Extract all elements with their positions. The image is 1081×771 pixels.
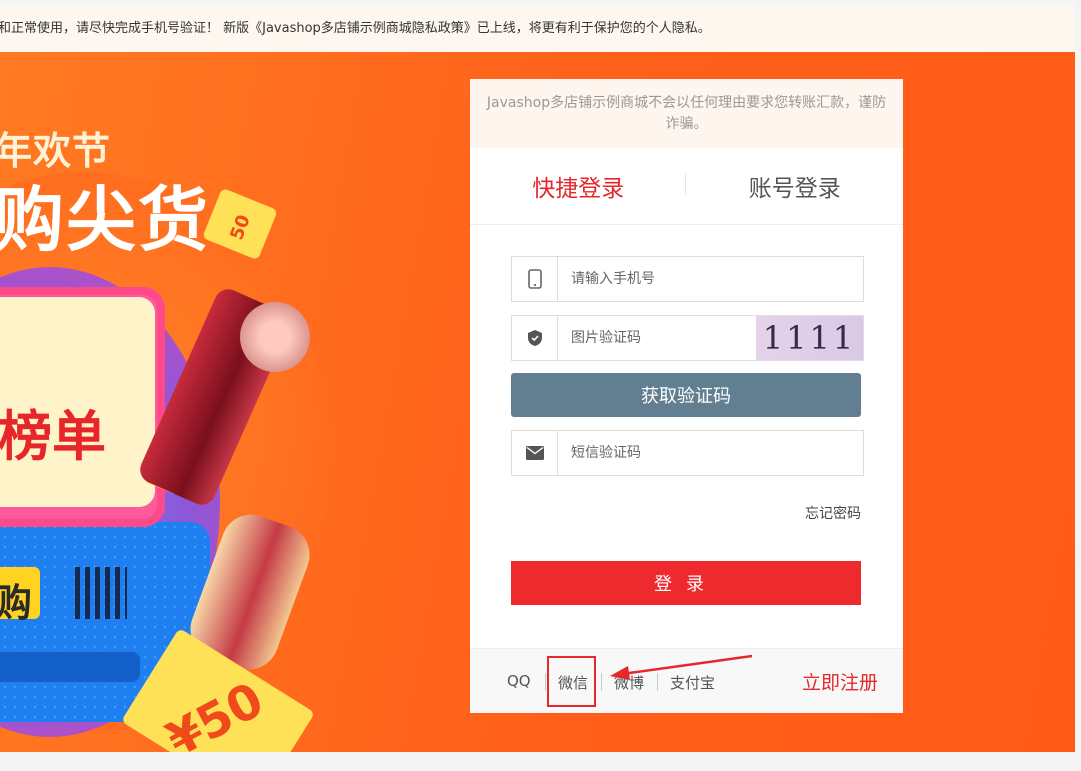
notice-text: 和正常使用，请尽快完成手机号验证！ 新版《Javashop多店铺示例商城隐私政策… [0, 21, 711, 36]
shield-icon [512, 316, 558, 360]
login-panel: Javashop多店铺示例商城不会以任何理由要求您转账汇款，谨防诈骗。 快捷登录… [470, 79, 903, 713]
tab-quick-login[interactable]: 快捷登录 [470, 169, 687, 203]
forgot-password-link[interactable]: 忘记密码 [805, 503, 861, 523]
tab-account-login[interactable]: 账号登录 [687, 169, 904, 203]
page-right-strip [1075, 0, 1081, 771]
product-cap-image [240, 302, 310, 372]
tab-divider [685, 174, 686, 194]
register-link[interactable]: 立即注册 [802, 668, 878, 695]
phone-input[interactable] [559, 257, 745, 301]
banner-bars [75, 567, 127, 619]
social-login-qq[interactable]: QQ [507, 672, 531, 690]
image-code-field: 1111 [511, 315, 864, 361]
annotation-arrow [610, 654, 753, 680]
banner-tray [0, 652, 140, 682]
phone-icon [512, 257, 558, 301]
banner-headline-3: 榜单 [0, 405, 106, 468]
notice-bar: 和正常使用，请尽快完成手机号验证！ 新版《Javashop多店铺示例商城隐私政策… [0, 6, 1081, 52]
banner-headline-2: 购尖货 [0, 179, 210, 261]
sms-code-input[interactable] [559, 431, 745, 475]
highlight-box [547, 656, 596, 707]
login-form: 1111 获取验证码 忘记密码 登录 [470, 225, 903, 648]
banner-headline-4: 购 [0, 581, 33, 625]
image-code-input[interactable] [559, 316, 749, 360]
sms-code-field [511, 430, 864, 476]
captcha-image[interactable]: 1111 [756, 316, 863, 360]
login-tabs: 快捷登录 账号登录 [470, 148, 903, 225]
get-code-button[interactable]: 获取验证码 [511, 373, 861, 417]
social-divider [545, 673, 546, 691]
page-bottom-strip [0, 752, 1081, 771]
phone-field [511, 256, 864, 302]
anti-fraud-tip: Javashop多店铺示例商城不会以任何理由要求您转账汇款，谨防诈骗。 [470, 79, 903, 148]
mail-icon [512, 431, 558, 475]
login-submit-button[interactable]: 登录 [511, 561, 861, 605]
social-divider [601, 673, 602, 691]
